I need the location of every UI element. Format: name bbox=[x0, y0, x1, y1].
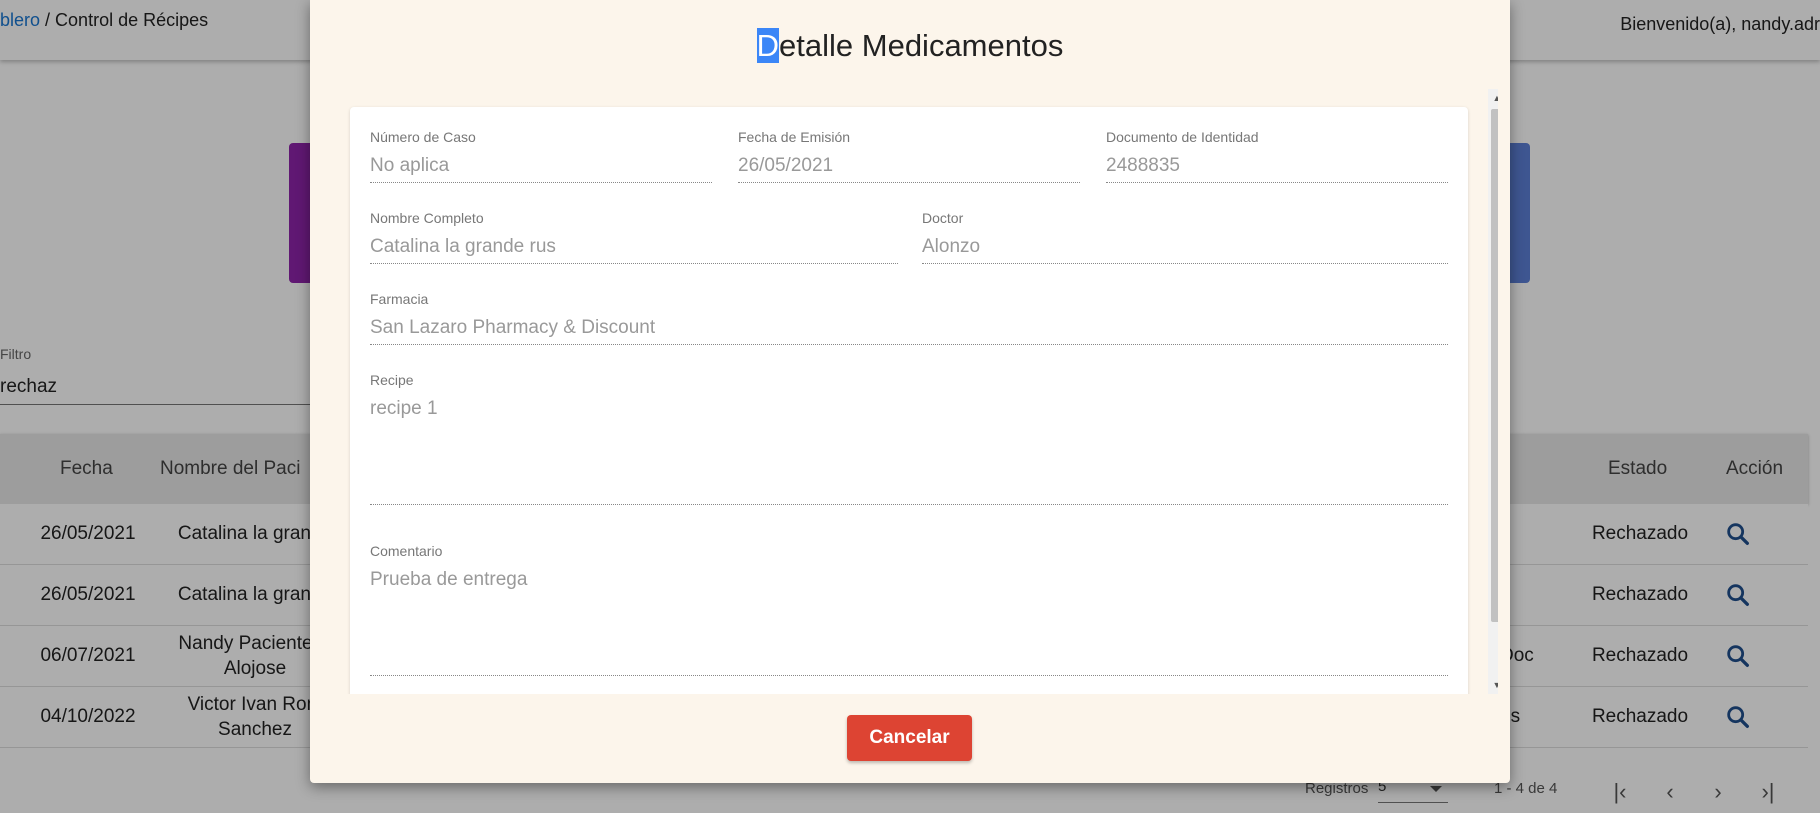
scroll-down-icon[interactable]: ▼ bbox=[1488, 676, 1498, 694]
field-comment: Comentario Prueba de entrega bbox=[370, 543, 1448, 676]
medication-detail-dialog: Detalle Medicamentos Número de Caso No a… bbox=[310, 0, 1510, 783]
field-recipe: Recipe recipe 1 bbox=[370, 372, 1448, 505]
id-document-field[interactable]: 2488835 bbox=[1106, 155, 1448, 183]
field-label: Doctor bbox=[922, 210, 964, 226]
field-label: Farmacia bbox=[370, 291, 429, 307]
dialog-scrollbar[interactable]: ▲ ▼ bbox=[1488, 89, 1498, 694]
field-full-name: Nombre Completo Catalina la grande rus bbox=[370, 210, 898, 264]
field-label: Fecha de Emisión bbox=[738, 129, 851, 145]
full-name-field[interactable]: Catalina la grande rus bbox=[370, 236, 898, 264]
field-doctor: Doctor Alonzo bbox=[922, 210, 1448, 264]
dialog-title-text: etalle Medicamentos bbox=[779, 28, 1064, 63]
dialog-scroll-area[interactable]: Número de Caso No aplica Fecha de Emisió… bbox=[340, 89, 1498, 694]
issue-date-field[interactable]: 26/05/2021 bbox=[738, 155, 1080, 183]
field-pharmacy: Farmacia San Lazaro Pharmacy & Discount bbox=[370, 291, 1448, 345]
scrollbar-thumb[interactable] bbox=[1491, 109, 1498, 622]
pharmacy-field[interactable]: San Lazaro Pharmacy & Discount bbox=[370, 317, 1448, 345]
field-id-document: Documento de Identidad 2488835 bbox=[1106, 129, 1448, 183]
field-label: Recipe bbox=[370, 372, 414, 388]
dialog-title: Detalle Medicamentos bbox=[310, 28, 1510, 64]
field-issue-date: Fecha de Emisión 26/05/2021 bbox=[738, 129, 1080, 183]
field-label: Comentario bbox=[370, 543, 443, 559]
comment-textarea[interactable]: Prueba de entrega bbox=[370, 569, 1448, 676]
field-label: Número de Caso bbox=[370, 129, 476, 145]
detail-form: Número de Caso No aplica Fecha de Emisió… bbox=[350, 107, 1468, 694]
cancel-button[interactable]: Cancelar bbox=[847, 715, 972, 761]
field-label: Nombre Completo bbox=[370, 210, 484, 226]
field-label: Documento de Identidad bbox=[1106, 129, 1259, 145]
scroll-up-icon[interactable]: ▲ bbox=[1488, 89, 1498, 107]
case-number-field[interactable]: No aplica bbox=[370, 155, 712, 183]
doctor-field[interactable]: Alonzo bbox=[922, 236, 1448, 264]
field-case-number: Número de Caso No aplica bbox=[370, 129, 712, 183]
dialog-title-selected-char: D bbox=[756, 28, 780, 63]
recipe-textarea[interactable]: recipe 1 bbox=[370, 398, 1448, 505]
